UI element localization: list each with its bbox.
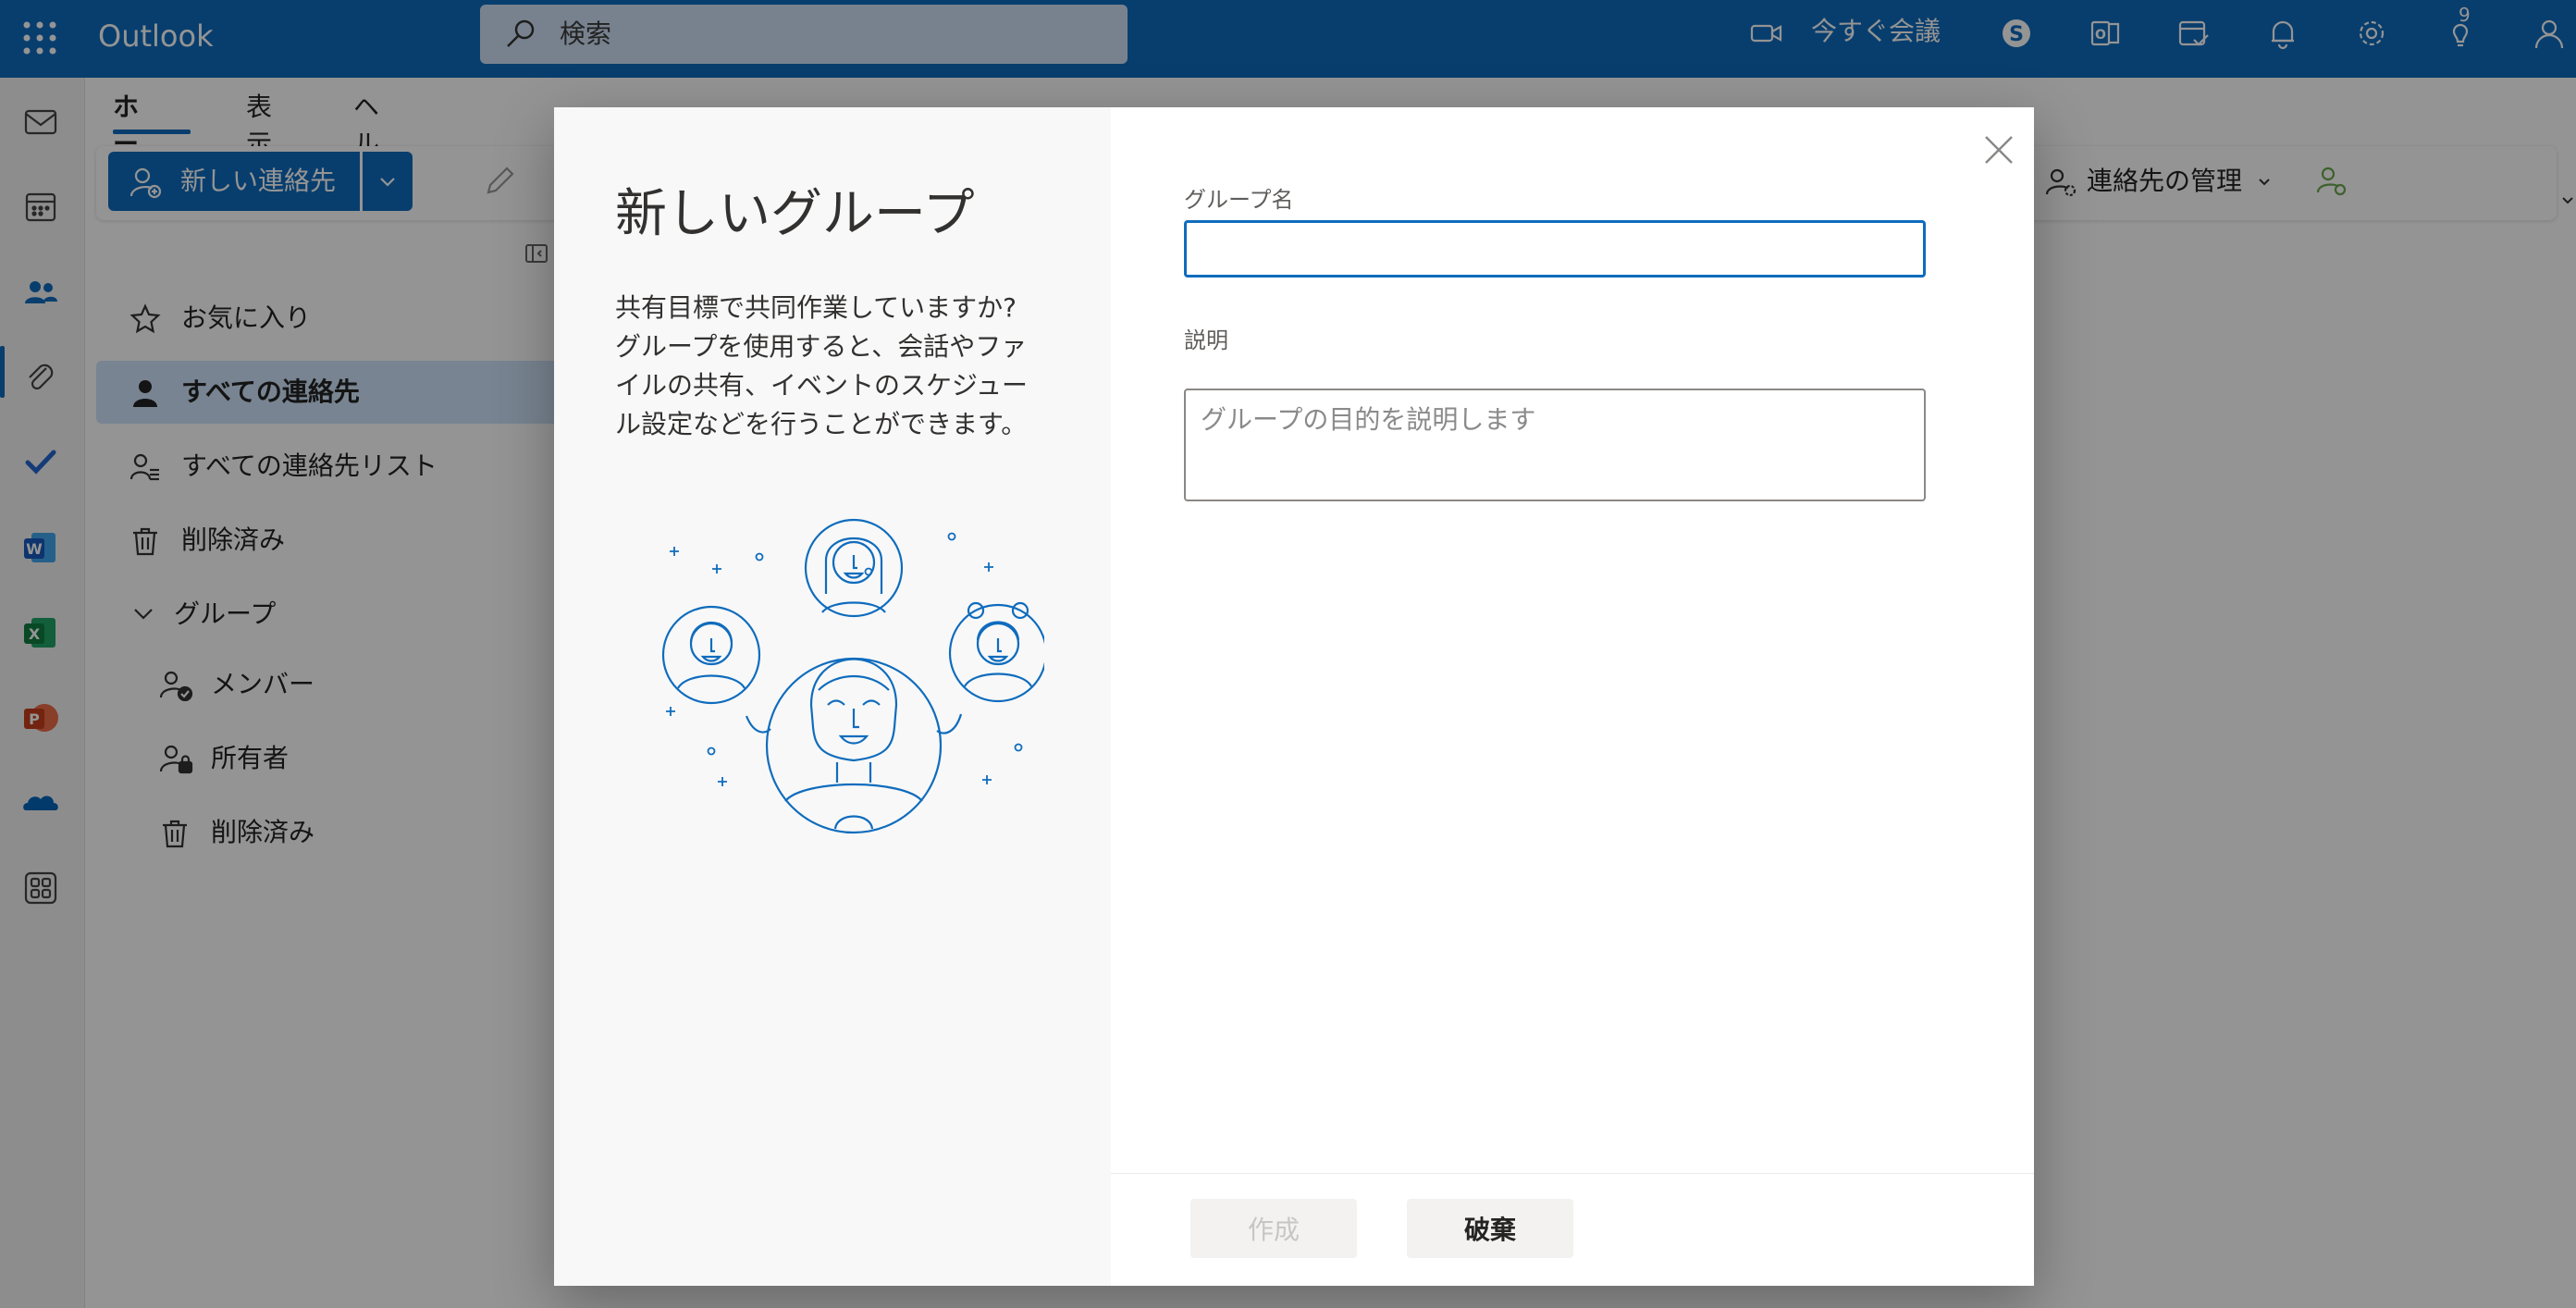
close-button[interactable] (1978, 130, 2019, 170)
group-name-label: グループ名 (1184, 187, 1294, 213)
close-icon (1985, 136, 2013, 164)
dialog-title: 新しいグループ (615, 184, 975, 244)
create-button[interactable]: 作成 (1190, 1199, 1357, 1258)
group-illustration (656, 514, 1044, 866)
discard-button[interactable]: 破棄 (1407, 1199, 1573, 1258)
group-name-input[interactable] (1184, 220, 1926, 278)
description-label: 説明 (1184, 327, 1228, 353)
dialog-info-panel: 新しいグループ 共有目標で共同作業していますか? グループを使用すると、会話やフ… (554, 107, 1111, 1286)
footer-divider (1111, 1173, 2034, 1174)
description-input[interactable] (1184, 389, 1926, 501)
new-group-dialog: 新しいグループ 共有目標で共同作業していますか? グループを使用すると、会話やフ… (554, 107, 2034, 1286)
dialog-description: 共有目標で共同作業していますか? グループを使用すると、会話やファイルの共有、イ… (615, 292, 1029, 439)
